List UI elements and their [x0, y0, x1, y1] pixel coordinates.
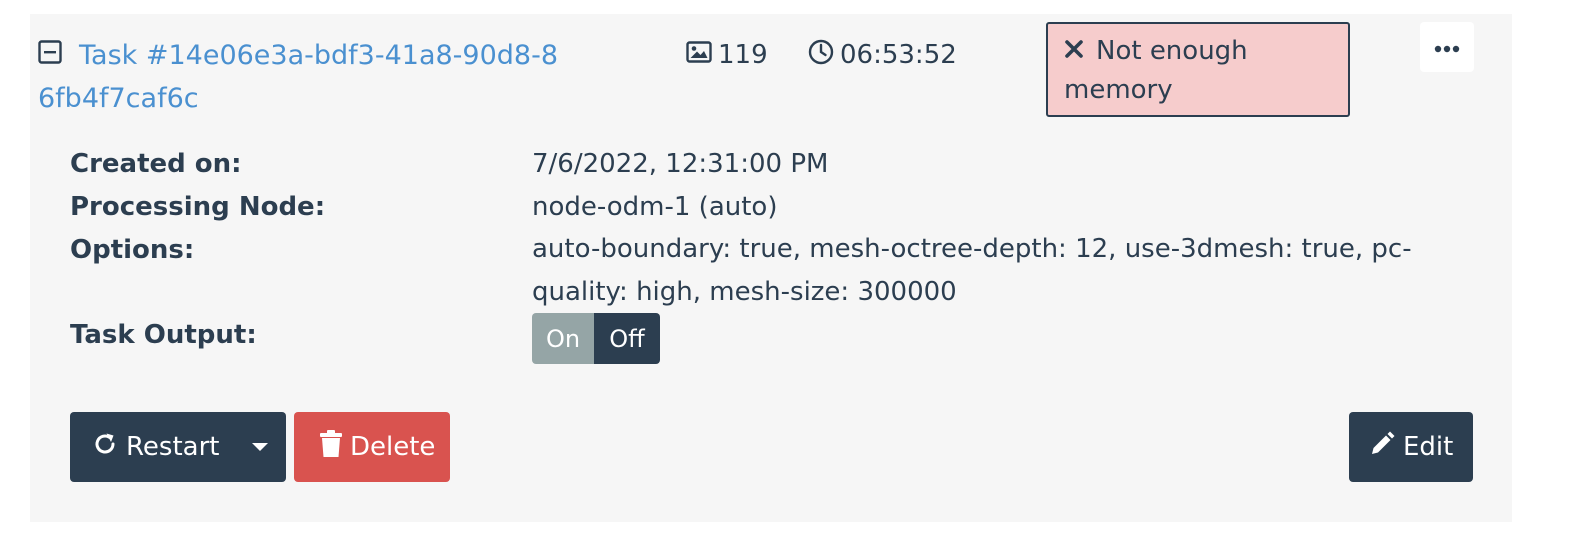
status-badge: Not enough memory	[1046, 22, 1350, 117]
task-output-label: Task Output:	[70, 320, 257, 350]
task-title-link[interactable]: Task #14e06e3a-bdf3-41a8-90d8-86fb4f7caf…	[38, 34, 558, 120]
edit-label: Edit	[1403, 432, 1454, 462]
toggle-on-option[interactable]: On	[532, 313, 594, 364]
created-label: Created on:	[70, 149, 242, 179]
refresh-icon	[92, 431, 126, 464]
status-text: Not enough memory	[1064, 36, 1248, 105]
more-options-button[interactable]	[1420, 22, 1474, 72]
image-count: 119	[686, 38, 768, 72]
task-panel: Task #14e06e3a-bdf3-41a8-90d8-86fb4f7caf…	[30, 14, 1512, 522]
ellipsis-icon	[1434, 38, 1460, 57]
processing-node-label: Processing Node:	[70, 192, 326, 222]
options-label: Options:	[70, 235, 195, 265]
caret-down-icon[interactable]	[252, 443, 268, 451]
elapsed-time: 06:53:52	[808, 38, 957, 72]
clock-icon	[808, 39, 840, 72]
edit-button[interactable]: Edit	[1349, 412, 1473, 482]
toggle-off-option[interactable]: Off	[594, 313, 660, 364]
delete-button[interactable]: Delete	[294, 412, 450, 482]
trash-icon	[320, 429, 350, 465]
task-output-toggle[interactable]: On Off	[532, 313, 660, 364]
restart-button[interactable]: Restart	[70, 412, 286, 482]
times-icon	[1064, 32, 1086, 71]
pencil-icon	[1369, 431, 1403, 464]
created-value: 7/6/2022, 12:31:00 PM	[532, 149, 829, 179]
image-icon	[686, 40, 718, 70]
restart-label: Restart	[126, 432, 220, 462]
options-value: auto-boundary: true, mesh-octree-depth: …	[532, 234, 1412, 307]
elapsed-time-value: 06:53:52	[840, 40, 957, 70]
processing-node-value: node-odm-1 (auto)	[532, 192, 778, 222]
image-count-value: 119	[718, 40, 768, 70]
delete-label: Delete	[350, 432, 436, 462]
